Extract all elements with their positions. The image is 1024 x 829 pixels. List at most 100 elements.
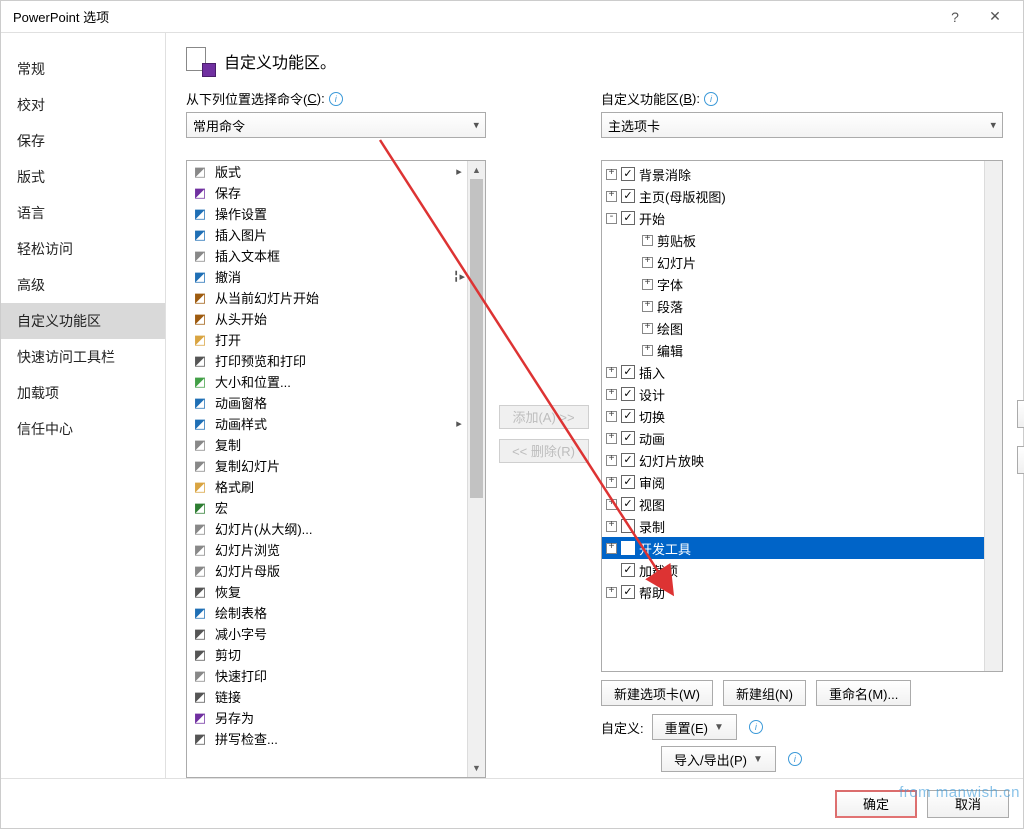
command-item[interactable]: ◩撤消╏▸ [187, 266, 467, 287]
info-icon[interactable]: i [329, 92, 343, 106]
command-item[interactable]: ◩恢复 [187, 581, 467, 602]
expand-icon[interactable]: + [642, 301, 653, 312]
checkbox[interactable] [621, 475, 635, 489]
expand-icon[interactable]: + [642, 257, 653, 268]
checkbox[interactable] [621, 563, 635, 577]
add-button[interactable]: 添加(A) >> [499, 405, 589, 429]
info-icon[interactable]: i [749, 720, 763, 734]
command-item[interactable]: ◩复制幻灯片 [187, 455, 467, 476]
tree-item[interactable]: +段落 [602, 295, 984, 317]
sidebar-item[interactable]: 常规 [1, 51, 165, 87]
expand-icon[interactable]: + [606, 191, 617, 202]
scroll-up-icon[interactable]: ▲ [468, 161, 485, 179]
command-item[interactable]: ◩打印预览和打印 [187, 350, 467, 371]
expand-icon[interactable]: + [606, 169, 617, 180]
command-item[interactable]: ◩宏 [187, 497, 467, 518]
command-item[interactable]: ◩绘制表格 [187, 602, 467, 623]
expand-icon[interactable]: + [606, 367, 617, 378]
sidebar-item[interactable]: 信任中心 [1, 411, 165, 447]
command-item[interactable]: ◩动画样式▸ [187, 413, 467, 434]
command-item[interactable]: ◩减小字号 [187, 623, 467, 644]
tree-item[interactable]: +审阅 [602, 471, 984, 493]
move-down-button[interactable]: ▼ [1017, 446, 1024, 474]
expand-icon[interactable]: + [642, 323, 653, 334]
tree-item[interactable]: +主页(母版视图) [602, 185, 984, 207]
checkbox[interactable] [621, 541, 635, 555]
tree-item[interactable]: +设计 [602, 383, 984, 405]
import-export-button[interactable]: 导入/导出(P)▼ [661, 746, 776, 772]
checkbox[interactable] [621, 497, 635, 511]
tree-item[interactable]: +剪贴板 [602, 229, 984, 251]
tree-item[interactable]: +开发工具 [602, 537, 984, 559]
expand-icon[interactable]: + [642, 235, 653, 246]
ribbon-dropdown[interactable]: 主选项卡 [601, 112, 1003, 138]
new-tab-button[interactable]: 新建选项卡(W) [601, 680, 713, 706]
checkbox[interactable] [621, 167, 635, 181]
sidebar-item[interactable]: 语言 [1, 195, 165, 231]
ribbon-tree[interactable]: +背景消除+主页(母版视图)-开始+剪贴板+幻灯片+字体+段落+绘图+编辑+插入… [601, 160, 1003, 672]
tree-item[interactable]: +录制 [602, 515, 984, 537]
tree-item[interactable]: +幻灯片放映 [602, 449, 984, 471]
commands-listbox[interactable]: ◩版式▸◩保存◩操作设置◩插入图片◩插入文本框◩撤消╏▸◩从当前幻灯片开始◩从头… [186, 160, 486, 778]
tree-item[interactable]: +视图 [602, 493, 984, 515]
ok-button[interactable]: 确定 [835, 790, 917, 818]
command-item[interactable]: ◩链接 [187, 686, 467, 707]
command-item[interactable]: ◩从当前幻灯片开始 [187, 287, 467, 308]
tree-item[interactable]: 加载项 [602, 559, 984, 581]
command-item[interactable]: ◩幻灯片母版 [187, 560, 467, 581]
checkbox[interactable] [621, 431, 635, 445]
command-item[interactable]: ◩操作设置 [187, 203, 467, 224]
command-item[interactable]: ◩另存为 [187, 707, 467, 728]
sidebar-item[interactable]: 版式 [1, 159, 165, 195]
expand-icon[interactable]: + [606, 543, 617, 554]
command-item[interactable]: ◩复制 [187, 434, 467, 455]
close-button[interactable]: ✕ [975, 1, 1015, 32]
move-up-button[interactable]: ▲ [1017, 400, 1024, 428]
command-item[interactable]: ◩插入图片 [187, 224, 467, 245]
tree-item[interactable]: -开始 [602, 207, 984, 229]
command-item[interactable]: ◩插入文本框 [187, 245, 467, 266]
command-item[interactable]: ◩打开 [187, 329, 467, 350]
ribbon-scrollbar[interactable] [984, 161, 1002, 671]
expand-icon[interactable]: + [606, 477, 617, 488]
tree-item[interactable]: +字体 [602, 273, 984, 295]
cancel-button[interactable]: 取消 [927, 790, 1009, 818]
rename-button[interactable]: 重命名(M)... [816, 680, 911, 706]
expand-icon[interactable]: + [606, 389, 617, 400]
commands-scrollbar[interactable]: ▲ ▼ [467, 161, 485, 777]
info-icon[interactable]: i [788, 752, 802, 766]
choose-commands-dropdown[interactable]: 常用命令 [186, 112, 486, 138]
checkbox[interactable] [621, 585, 635, 599]
expand-icon[interactable]: + [606, 521, 617, 532]
tree-item[interactable]: +动画 [602, 427, 984, 449]
sidebar-item[interactable]: 高级 [1, 267, 165, 303]
command-item[interactable]: ◩幻灯片浏览 [187, 539, 467, 560]
tree-item[interactable]: +绘图 [602, 317, 984, 339]
tree-item[interactable]: +帮助 [602, 581, 984, 603]
checkbox[interactable] [621, 519, 635, 533]
sidebar-item[interactable]: 保存 [1, 123, 165, 159]
tree-item[interactable]: +幻灯片 [602, 251, 984, 273]
sidebar-item[interactable]: 快速访问工具栏 [1, 339, 165, 375]
command-item[interactable]: ◩拼写检查... [187, 728, 467, 749]
sidebar-item[interactable]: 自定义功能区 [1, 303, 165, 339]
new-group-button[interactable]: 新建组(N) [723, 680, 806, 706]
expand-icon[interactable]: + [606, 499, 617, 510]
tree-item[interactable]: +编辑 [602, 339, 984, 361]
tree-item[interactable]: +背景消除 [602, 163, 984, 185]
expand-icon[interactable]: + [642, 279, 653, 290]
expand-icon[interactable]: + [642, 345, 653, 356]
checkbox[interactable] [621, 211, 635, 225]
command-item[interactable]: ◩保存 [187, 182, 467, 203]
collapse-icon[interactable]: - [606, 213, 617, 224]
expand-icon[interactable]: + [606, 411, 617, 422]
expand-icon[interactable]: + [606, 433, 617, 444]
checkbox[interactable] [621, 387, 635, 401]
command-item[interactable]: ◩版式▸ [187, 161, 467, 182]
remove-button[interactable]: << 删除(R) [499, 439, 589, 463]
help-button[interactable]: ? [935, 1, 975, 32]
expand-icon[interactable]: + [606, 455, 617, 466]
tree-item[interactable]: +切换 [602, 405, 984, 427]
tree-item[interactable]: +插入 [602, 361, 984, 383]
scroll-down-icon[interactable]: ▼ [468, 759, 485, 777]
